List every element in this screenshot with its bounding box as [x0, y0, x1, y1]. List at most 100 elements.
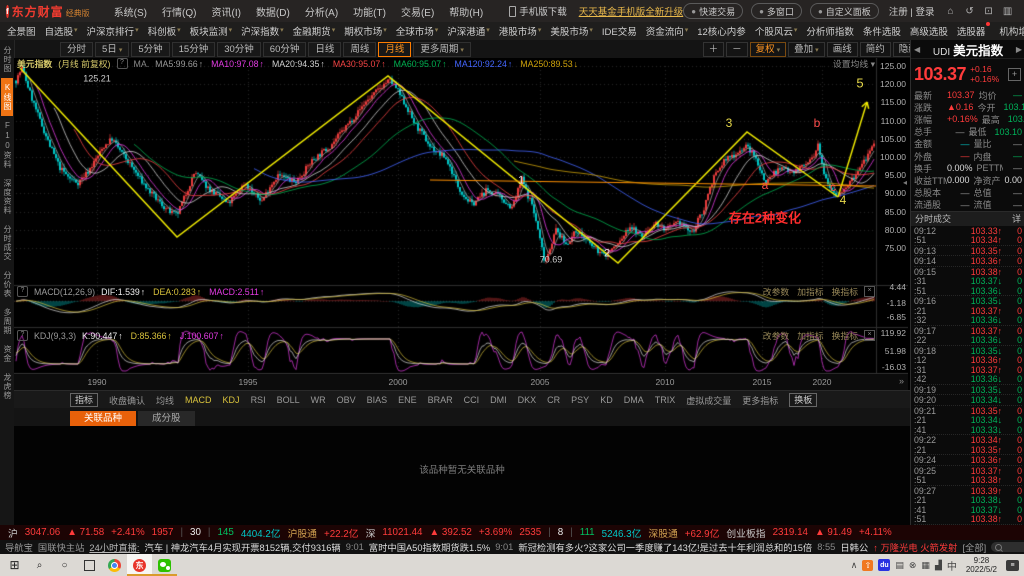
sidebar-item-龙虎榜[interactable]: 龙虎榜 [1, 368, 13, 405]
wechat-icon[interactable] [152, 554, 177, 576]
timeframe-30分钟[interactable]: 30分钟 [217, 42, 261, 57]
ma-settings-button[interactable]: 设置均线 ▾ [833, 57, 875, 70]
tab-换板[interactable]: 换板 [789, 393, 817, 407]
menu-item-2[interactable]: 资讯(I) [211, 4, 240, 19]
tab-TRIX[interactable]: TRIX [655, 395, 676, 405]
menu-item-4[interactable]: 分析(A) [305, 4, 338, 19]
axis-more-icon[interactable]: » [899, 376, 904, 386]
tab-RSI[interactable]: RSI [251, 395, 266, 405]
tool-0[interactable]: ＋ [703, 42, 725, 57]
macd-button-0[interactable]: 改参数 [763, 285, 789, 298]
nav-item-7[interactable]: 期权市场▾ [344, 24, 387, 38]
menu-item-3[interactable]: 数据(D) [256, 4, 290, 19]
nav-item-13[interactable]: 资金流向▾ [646, 24, 689, 38]
timeframe-周线[interactable]: 周线 [343, 42, 376, 57]
add-to-watchlist-button[interactable]: + [1008, 68, 1021, 81]
timeframe-60分钟[interactable]: 60分钟 [263, 42, 307, 57]
nav-item-16[interactable]: 分析师指数 [806, 24, 854, 38]
live-label[interactable]: 24小时直播: [89, 540, 139, 554]
mobile-download-link[interactable]: 手机版下载 [509, 4, 567, 18]
news-source-0[interactable]: 导航宝 [5, 540, 33, 554]
tab-DMI[interactable]: DMI [490, 395, 507, 405]
menu-item-7[interactable]: 帮助(H) [449, 4, 483, 19]
tray-caret-icon[interactable]: ∧ [851, 560, 858, 571]
timeframe-更多周期[interactable]: 更多周期▾ [413, 42, 471, 57]
tick-list[interactable]: 09:12103.33↑0:51103.34↑009:13103.35↑009:… [911, 226, 1024, 525]
sidebar-item-K线图[interactable]: K线图 [1, 78, 13, 116]
quick-button-1[interactable]: ●多窗口 [751, 3, 802, 19]
sidebar-item-分价表[interactable]: 分价表 [1, 266, 13, 303]
macd-button-1[interactable]: 加指标 [797, 285, 823, 298]
tab-constituents[interactable]: 成分股 [138, 411, 195, 426]
tray-app-icon[interactable]: ▦ [921, 560, 930, 571]
nav-item-19[interactable]: 选股器 [957, 24, 991, 38]
timeframe-15分钟[interactable]: 15分钟 [172, 42, 216, 57]
skin-icon[interactable]: ⊡ [983, 6, 995, 17]
sidebar-item-分时成交[interactable]: 分时成交 [1, 220, 13, 266]
help-icon[interactable]: ? [17, 286, 28, 297]
tool-1[interactable]: － [726, 42, 748, 57]
kdj-button-1[interactable]: 加指标 [797, 329, 823, 342]
tab-KDJ[interactable]: KDJ [223, 395, 240, 405]
tab-MACD[interactable]: MACD [185, 395, 212, 405]
tab-PSY[interactable]: PSY [571, 395, 589, 405]
tab-CCI[interactable]: CCI [464, 395, 480, 405]
sidebar-item-深度资料[interactable]: 深度资料 [1, 174, 13, 220]
main-chart-canvas[interactable] [14, 58, 908, 374]
clock[interactable]: 9:282022/5/2 [966, 556, 997, 574]
sidebar-item-多周期[interactable]: 多周期 [1, 303, 13, 340]
eastmoney-app-icon[interactable]: 东 [127, 554, 152, 576]
close-icon[interactable]: × [864, 330, 875, 341]
cortana-icon[interactable]: ○ [52, 554, 77, 576]
nav-item-10[interactable]: 港股市场▾ [499, 24, 542, 38]
news-source-1[interactable]: 国联快主站 [38, 540, 85, 554]
nav-item-9[interactable]: 沪深港通▾ [447, 24, 490, 38]
menu-item-5[interactable]: 功能(T) [353, 4, 386, 19]
fund-promo-link[interactable]: 天天基金手机版全新升级 [579, 4, 684, 18]
tab-OBV[interactable]: OBV [337, 395, 356, 405]
tab-CR[interactable]: CR [547, 395, 560, 405]
tab-BIAS[interactable]: BIAS [367, 395, 388, 405]
news-all-link[interactable]: [全部] [962, 540, 986, 554]
nav-item-15[interactable]: 个股风云▾ [755, 24, 798, 38]
network-icon[interactable]: ▟ [935, 560, 942, 571]
tray-app-icon[interactable]: ▤ [895, 560, 904, 571]
timeframe-分时[interactable]: 分时 [60, 42, 93, 57]
sidebar-item-分时图[interactable]: 分时图 [1, 41, 13, 78]
menu-item-1[interactable]: 行情(Q) [162, 4, 196, 19]
timeframe-月线[interactable]: 月线 [378, 42, 411, 57]
timeframe-5分钟[interactable]: 5分钟 [131, 42, 169, 57]
tab-WR[interactable]: WR [311, 395, 326, 405]
search-input[interactable] [991, 542, 1024, 552]
tab-ENE[interactable]: ENE [398, 395, 417, 405]
tab-KD[interactable]: KD [600, 395, 613, 405]
menu-item-0[interactable]: 系统(S) [114, 4, 147, 19]
kdj-button-0[interactable]: 改参数 [763, 329, 789, 342]
timeframe-5日[interactable]: 5日▾ [95, 42, 129, 57]
tray-orange-app-icon[interactable]: ⇧ [862, 560, 873, 571]
tab-DMA[interactable]: DMA [624, 395, 644, 405]
nav-item-2[interactable]: 沪深京排行▾ [87, 24, 139, 38]
help-icon[interactable]: ? [17, 330, 28, 341]
quick-button-2[interactable]: ●自定义面板 [810, 3, 879, 19]
tab-BRAR[interactable]: BRAR [428, 395, 453, 405]
baidu-netdisk-icon[interactable]: du [878, 559, 890, 571]
tab-BOLL[interactable]: BOLL [277, 395, 300, 405]
menu-item-6[interactable]: 交易(E) [401, 4, 434, 19]
nav-item-4[interactable]: 板块监测▾ [190, 24, 233, 38]
quick-button-0[interactable]: ●快速交易 [683, 3, 743, 19]
nav-item-5[interactable]: 沪深指数▾ [241, 24, 284, 38]
help-icon[interactable]: ? [117, 58, 128, 69]
tab-虚拟成交量[interactable]: 虚拟成交量 [686, 394, 731, 407]
tab-收盘确认[interactable]: 收盘确认 [109, 394, 145, 407]
ime-indicator[interactable]: 中 [947, 558, 957, 573]
tool-4[interactable]: 画线 [827, 42, 858, 57]
kdj-button-2[interactable]: 换指标 [832, 329, 858, 342]
notification-icon[interactable]: ≡ [1006, 560, 1019, 571]
nav-item-3[interactable]: 科创板▾ [148, 24, 181, 38]
macd-button-2[interactable]: 换指标 [832, 285, 858, 298]
tool-5[interactable]: 简约 [860, 42, 891, 57]
timeframe-日线[interactable]: 日线 [308, 42, 341, 57]
hot-stock-link[interactable]: ↑ 万隆光电 火箭发射 [873, 540, 957, 554]
nav-item-1[interactable]: 自选股▾ [45, 24, 78, 38]
